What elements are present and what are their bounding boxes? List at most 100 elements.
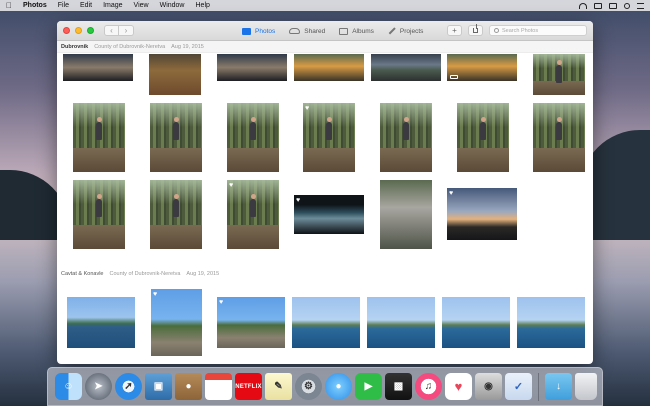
photo-thumbnail[interactable]: ♥ [151, 289, 202, 356]
facetime-icon[interactable]: ▶ [355, 373, 382, 400]
moment-region: County of Dubrovnik-Neretva [94, 43, 166, 50]
menu-bar:  Photos File Edit Image View Window Hel… [0, 0, 650, 11]
moment-region: County of Dubrovnik-Neretva [109, 271, 181, 277]
photo-thumbnail[interactable] [294, 54, 364, 81]
photos-app-icon[interactable]: ♥ [445, 373, 472, 400]
add-button[interactable]: + [447, 25, 462, 36]
photo-thumbnail[interactable] [217, 54, 287, 81]
minimize-window-button[interactable] [75, 27, 82, 34]
photo-thumbnail[interactable]: ♥ [447, 188, 517, 240]
menu-edit[interactable]: Edit [80, 2, 92, 9]
tab-shared-label: Shared [304, 27, 326, 35]
airplay-icon[interactable] [594, 2, 602, 9]
spotlight-icon[interactable] [624, 2, 630, 9]
preview-icon[interactable]: ▣ [145, 373, 172, 400]
compass-needle-icon: ➚ [124, 381, 133, 392]
system-preferences-icon[interactable]: ⚙ [295, 373, 322, 400]
mail-icon[interactable]: ✓ [505, 373, 532, 400]
camera-icon[interactable]: ◉ [475, 373, 502, 400]
photo-thumbnail[interactable]: ♥ [303, 103, 355, 172]
photo-thumbnail[interactable] [150, 103, 202, 172]
photo-thumbnail[interactable] [292, 297, 360, 348]
checkmark-icon: ✓ [513, 381, 524, 393]
forward-button[interactable]: › [119, 25, 134, 36]
notification-center-icon[interactable] [637, 2, 644, 9]
toolbar-right-controls: + Search Photos [447, 24, 587, 36]
panorama-badge-icon [450, 75, 458, 79]
photo-thumbnail[interactable] [380, 180, 432, 249]
photo-thumbnail[interactable] [367, 297, 435, 348]
window-toolbar: ‹ › Photos Shared Albums Projects + Sear… [57, 21, 593, 41]
rocket-icon: ➤ [94, 381, 103, 392]
photo-thumbnail[interactable]: ♥ [294, 195, 364, 234]
back-button[interactable]: ‹ [104, 25, 119, 36]
favorite-heart-icon: ♥ [229, 182, 234, 189]
photo-thumbnail[interactable] [447, 54, 517, 81]
calendar-icon[interactable] [205, 373, 232, 400]
photo-thumbnail[interactable] [73, 180, 125, 249]
menu-file[interactable]: File [58, 2, 69, 9]
person-figure [96, 117, 103, 141]
photo-thumbnail[interactable] [63, 54, 133, 81]
downloads-folder-icon[interactable]: ↓ [545, 373, 572, 400]
tab-albums[interactable]: Albums [339, 27, 374, 35]
photo-thumbnail[interactable] [533, 103, 585, 172]
search-input[interactable]: Search Photos [489, 25, 587, 36]
share-icon [473, 24, 478, 33]
itunes-icon[interactable]: ♫ [415, 373, 442, 400]
contacts-icon[interactable]: ● [175, 373, 202, 400]
image-icon: ▣ [153, 381, 164, 392]
menu-image[interactable]: Image [103, 2, 122, 9]
dock-separator [538, 372, 539, 401]
photo-thumbnail[interactable] [150, 180, 202, 249]
photo-thumbnail[interactable] [67, 297, 135, 348]
netflix-icon[interactable]: NETFLIX [235, 373, 262, 400]
moment-header: Dubrovnik County of Dubrovnik-Neretva Au… [57, 41, 593, 53]
tab-projects[interactable]: Projects [388, 28, 423, 35]
wifi-icon[interactable] [579, 2, 587, 9]
photo-thumbnail[interactable]: ♥ [217, 297, 285, 348]
favorite-heart-icon: ♥ [305, 105, 310, 112]
search-icon [494, 28, 499, 33]
tab-shared[interactable]: Shared [289, 28, 325, 35]
launchpad-icon[interactable]: ➤ [85, 373, 112, 400]
moment-title[interactable]: Dubrovnik [61, 44, 88, 50]
photo-strip-icon: ▩ [393, 381, 404, 392]
tab-photos[interactable]: Photos [242, 27, 275, 35]
share-button[interactable] [468, 24, 483, 36]
fullscreen-window-button[interactable] [87, 27, 94, 34]
music-note-icon: ♫ [424, 381, 433, 392]
photo-thumbnail[interactable] [533, 54, 585, 95]
textedit-icon[interactable]: ✎ [265, 373, 292, 400]
photo-thumbnail[interactable]: ♥ [227, 180, 279, 249]
menu-help[interactable]: Help [196, 2, 210, 9]
favorite-heart-icon: ♥ [153, 291, 158, 298]
menu-app-name[interactable]: Photos [23, 2, 47, 9]
apple-menu-icon[interactable]:  [6, 1, 12, 10]
photo-thumbnail[interactable] [380, 103, 432, 172]
photo-thumbnail[interactable] [457, 103, 509, 172]
menu-window[interactable]: Window [160, 2, 185, 9]
moment-title[interactable]: Cavtat & Konavle [61, 271, 104, 277]
photos-icon [242, 27, 251, 35]
messages-icon[interactable]: ● [325, 373, 352, 400]
battery-icon[interactable] [609, 2, 617, 9]
dock: ☺ ➤ ➚ ▣ ● NETFLIX ✎ ⚙ ● ▶ ▩ ♫ ♥ ◉ ✓ ↓ [47, 367, 603, 406]
finder-icon[interactable]: ☺ [55, 373, 82, 400]
person-figure [480, 117, 487, 141]
photo-booth-icon[interactable]: ▩ [385, 373, 412, 400]
photo-thumbnail[interactable] [442, 297, 510, 348]
photo-thumbnail[interactable] [371, 54, 441, 81]
photo-thumbnail[interactable] [517, 297, 585, 348]
photo-thumbnail[interactable] [73, 103, 125, 172]
photo-thumbnail[interactable] [149, 54, 201, 95]
window-controls [63, 27, 94, 34]
safari-icon[interactable]: ➚ [115, 373, 142, 400]
moment-date: Aug 19, 2015 [186, 271, 220, 277]
close-window-button[interactable] [63, 27, 70, 34]
menu-view[interactable]: View [134, 2, 149, 9]
photo-thumbnail[interactable] [227, 103, 279, 172]
trash-icon[interactable] [575, 373, 597, 400]
gear-icon: ⚙ [304, 381, 313, 392]
menu-bar-status-area [579, 2, 644, 9]
